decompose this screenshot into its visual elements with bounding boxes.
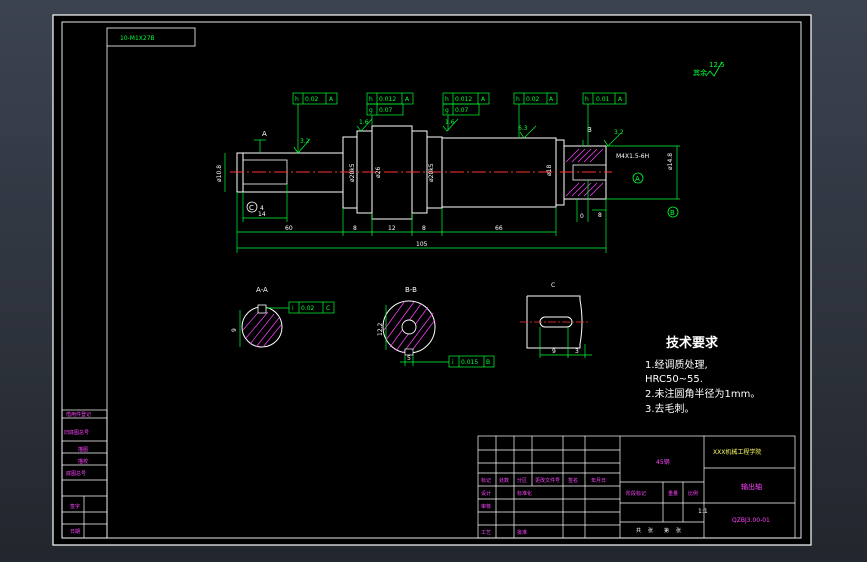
tol-sym-5: g bbox=[445, 107, 449, 114]
roughness-1: 3.2 bbox=[300, 138, 310, 145]
tb-drawing-no: QZBJ3.00-01 bbox=[732, 517, 770, 524]
svg-text:描校: 描校 bbox=[78, 458, 88, 465]
tech-req-1: 1.经调质处理, bbox=[645, 358, 708, 371]
svg-text:共: 共 bbox=[636, 527, 641, 534]
bb-key: 5 bbox=[407, 355, 411, 362]
svg-text:比例: 比例 bbox=[688, 490, 698, 497]
roughness-4: 6.3 bbox=[518, 125, 528, 132]
svg-text:重量: 重量 bbox=[668, 490, 678, 497]
svg-text:ø10.8: ø10.8 bbox=[216, 165, 223, 182]
tech-req-title: 技术要求 bbox=[666, 335, 719, 351]
aa-tol-ref: C bbox=[326, 305, 330, 312]
tech-req-2: HRC50~55. bbox=[645, 374, 703, 385]
svg-text:年月日: 年月日 bbox=[591, 477, 606, 484]
aa-size: 9 bbox=[231, 328, 238, 332]
tol-sym-1: h bbox=[295, 96, 299, 103]
svg-text:第: 第 bbox=[664, 527, 669, 534]
svg-text:14: 14 bbox=[258, 211, 266, 218]
tb-scale: 1:1 bbox=[698, 508, 708, 515]
svg-text:处数: 处数 bbox=[499, 477, 509, 484]
aa-tol-val: 0.02 bbox=[301, 305, 315, 312]
c-width: 9 bbox=[552, 348, 556, 355]
svg-text:4: 4 bbox=[260, 205, 264, 212]
svg-text:ø20k5: ø20k5 bbox=[349, 163, 356, 182]
svg-text:张: 张 bbox=[648, 527, 653, 534]
drawing-canvas: 10-M1X27B 其余 12.5 60 8 12 8 66 105 14 4 … bbox=[52, 14, 812, 546]
tb-part-name: 输出轴 bbox=[741, 482, 762, 491]
svg-text:批准: 批准 bbox=[517, 529, 527, 536]
svg-text:借用件登记: 借用件登记 bbox=[66, 411, 91, 418]
svg-text:105: 105 bbox=[416, 241, 428, 248]
bb-size: 12.2 bbox=[377, 322, 384, 336]
svg-text:8: 8 bbox=[353, 225, 357, 232]
bb-tol-ref: B bbox=[486, 359, 490, 366]
tb-school: XXX机械工程学院 bbox=[713, 448, 761, 456]
tol-sym-2: h bbox=[369, 96, 373, 103]
svg-text:A: A bbox=[262, 130, 267, 138]
svg-text:ø20k5: ø20k5 bbox=[428, 163, 435, 182]
svg-text:ø18: ø18 bbox=[546, 165, 553, 176]
svg-text:审核: 审核 bbox=[481, 503, 491, 510]
tol-val-1: 0.02 bbox=[305, 96, 319, 103]
svg-text:66: 66 bbox=[495, 225, 503, 232]
tb-material: 45钢 bbox=[656, 458, 670, 466]
section-aa-label: A-A bbox=[256, 286, 268, 294]
svg-text:旧底图总号: 旧底图总号 bbox=[64, 429, 89, 436]
svg-text:B: B bbox=[670, 209, 675, 217]
svg-text:60: 60 bbox=[285, 225, 293, 232]
bb-tol-val: 0.015 bbox=[461, 359, 478, 366]
svg-text:ø26: ø26 bbox=[375, 167, 382, 178]
svg-text:12.5: 12.5 bbox=[709, 61, 725, 69]
tol-val-3: 0.07 bbox=[379, 107, 393, 114]
c-width2: 3 bbox=[575, 348, 579, 355]
svg-text:签名: 签名 bbox=[568, 477, 578, 484]
svg-text:8: 8 bbox=[422, 225, 426, 232]
svg-text:标准化: 标准化 bbox=[517, 490, 532, 497]
svg-text:日期: 日期 bbox=[70, 529, 80, 535]
tol-val-4: 0.012 bbox=[455, 96, 472, 103]
svg-text:更改文件号: 更改文件号 bbox=[535, 477, 560, 484]
svg-text:ø14.8: ø14.8 bbox=[667, 153, 674, 170]
svg-text:分区: 分区 bbox=[517, 477, 527, 484]
tol-val-6: 0.02 bbox=[526, 96, 540, 103]
svg-text:签字: 签字 bbox=[70, 503, 80, 510]
svg-text:设计: 设计 bbox=[481, 490, 491, 497]
view-c-label: C bbox=[551, 282, 555, 289]
svg-text:标记: 标记 bbox=[481, 477, 491, 484]
svg-text:底图总号: 底图总号 bbox=[66, 470, 86, 477]
svg-text:其余: 其余 bbox=[693, 68, 707, 77]
svg-text:A: A bbox=[635, 175, 640, 183]
roughness-3: 1.6 bbox=[445, 119, 455, 126]
tol-sym-4: h bbox=[445, 96, 449, 103]
roughness-5: 3.2 bbox=[614, 129, 624, 136]
svg-text:8: 8 bbox=[598, 212, 602, 219]
paper-frame bbox=[52, 14, 812, 546]
section-bb-label: B-B bbox=[405, 286, 417, 294]
tol-val-7: 0.01 bbox=[596, 96, 610, 103]
tech-req-4: 3.去毛刺。 bbox=[645, 403, 695, 415]
tol-sym-7: h bbox=[585, 96, 589, 103]
svg-text:0: 0 bbox=[580, 213, 584, 220]
tol-sym-6: h bbox=[516, 96, 520, 103]
svg-text:阶段标记: 阶段标记 bbox=[626, 490, 646, 497]
svg-text:C: C bbox=[249, 204, 254, 212]
roughness-2: 1.6 bbox=[359, 119, 369, 126]
tech-req-3: 2.未注圆角半径为1mm。 bbox=[645, 387, 760, 400]
tol-val-2: 0.012 bbox=[379, 96, 396, 103]
frame-label: 10-M1X27B bbox=[120, 35, 155, 42]
tol-sym-3: g bbox=[369, 107, 373, 114]
tol-val-5: 0.07 bbox=[455, 107, 469, 114]
svg-text:张: 张 bbox=[676, 527, 681, 534]
svg-text:描图: 描图 bbox=[78, 446, 88, 453]
svg-text:工艺: 工艺 bbox=[481, 530, 491, 536]
svg-text:M4X1.5-6H: M4X1.5-6H bbox=[616, 153, 649, 160]
cad-viewport[interactable]: 10-M1X27B 其余 12.5 60 8 12 8 66 105 14 4 … bbox=[0, 0, 867, 562]
svg-text:12: 12 bbox=[388, 225, 396, 232]
